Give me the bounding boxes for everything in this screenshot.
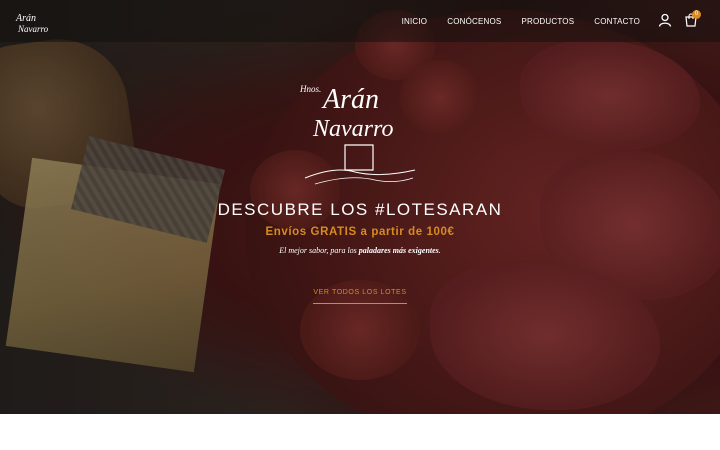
nav-link-contacto[interactable]: CONTACTO [594,17,640,26]
nav-link-productos[interactable]: PRODUCTOS [521,17,574,26]
nav-menu: INICIO CONÓCENOS PRODUCTOS CONTACTO [402,0,640,42]
site-logo[interactable]: Arán Navarro [14,9,60,35]
top-navigation: Arán Navarro INICIO CONÓCENOS PRODUCTOS … [0,0,720,42]
hero-tagline: El mejor sabor, para los paladares más e… [279,246,441,255]
svg-text:Navarro: Navarro [312,116,393,142]
hero-headline: DESCUBRE LOS #LOTESARAN [217,200,503,219]
brand-logo: Hnos. Arán Navarro [299,84,416,185]
cart-count-badge: 0 [692,10,701,19]
content-section [0,414,720,450]
view-all-lots-button[interactable]: VER TODOS LOS LOTES [313,285,407,304]
free-shipping-text: Envíos GRATIS a partir de 100€ [265,226,455,238]
svg-text:Arán: Arán [15,13,36,24]
svg-text:Hnos.: Hnos. [299,84,321,94]
nav-link-conocenos[interactable]: CONÓCENOS [447,17,501,26]
svg-text:Arán: Arán [321,84,379,115]
svg-text:Navarro: Navarro [17,24,49,34]
user-icon[interactable] [658,13,672,27]
nav-link-inicio[interactable]: INICIO [402,17,428,26]
